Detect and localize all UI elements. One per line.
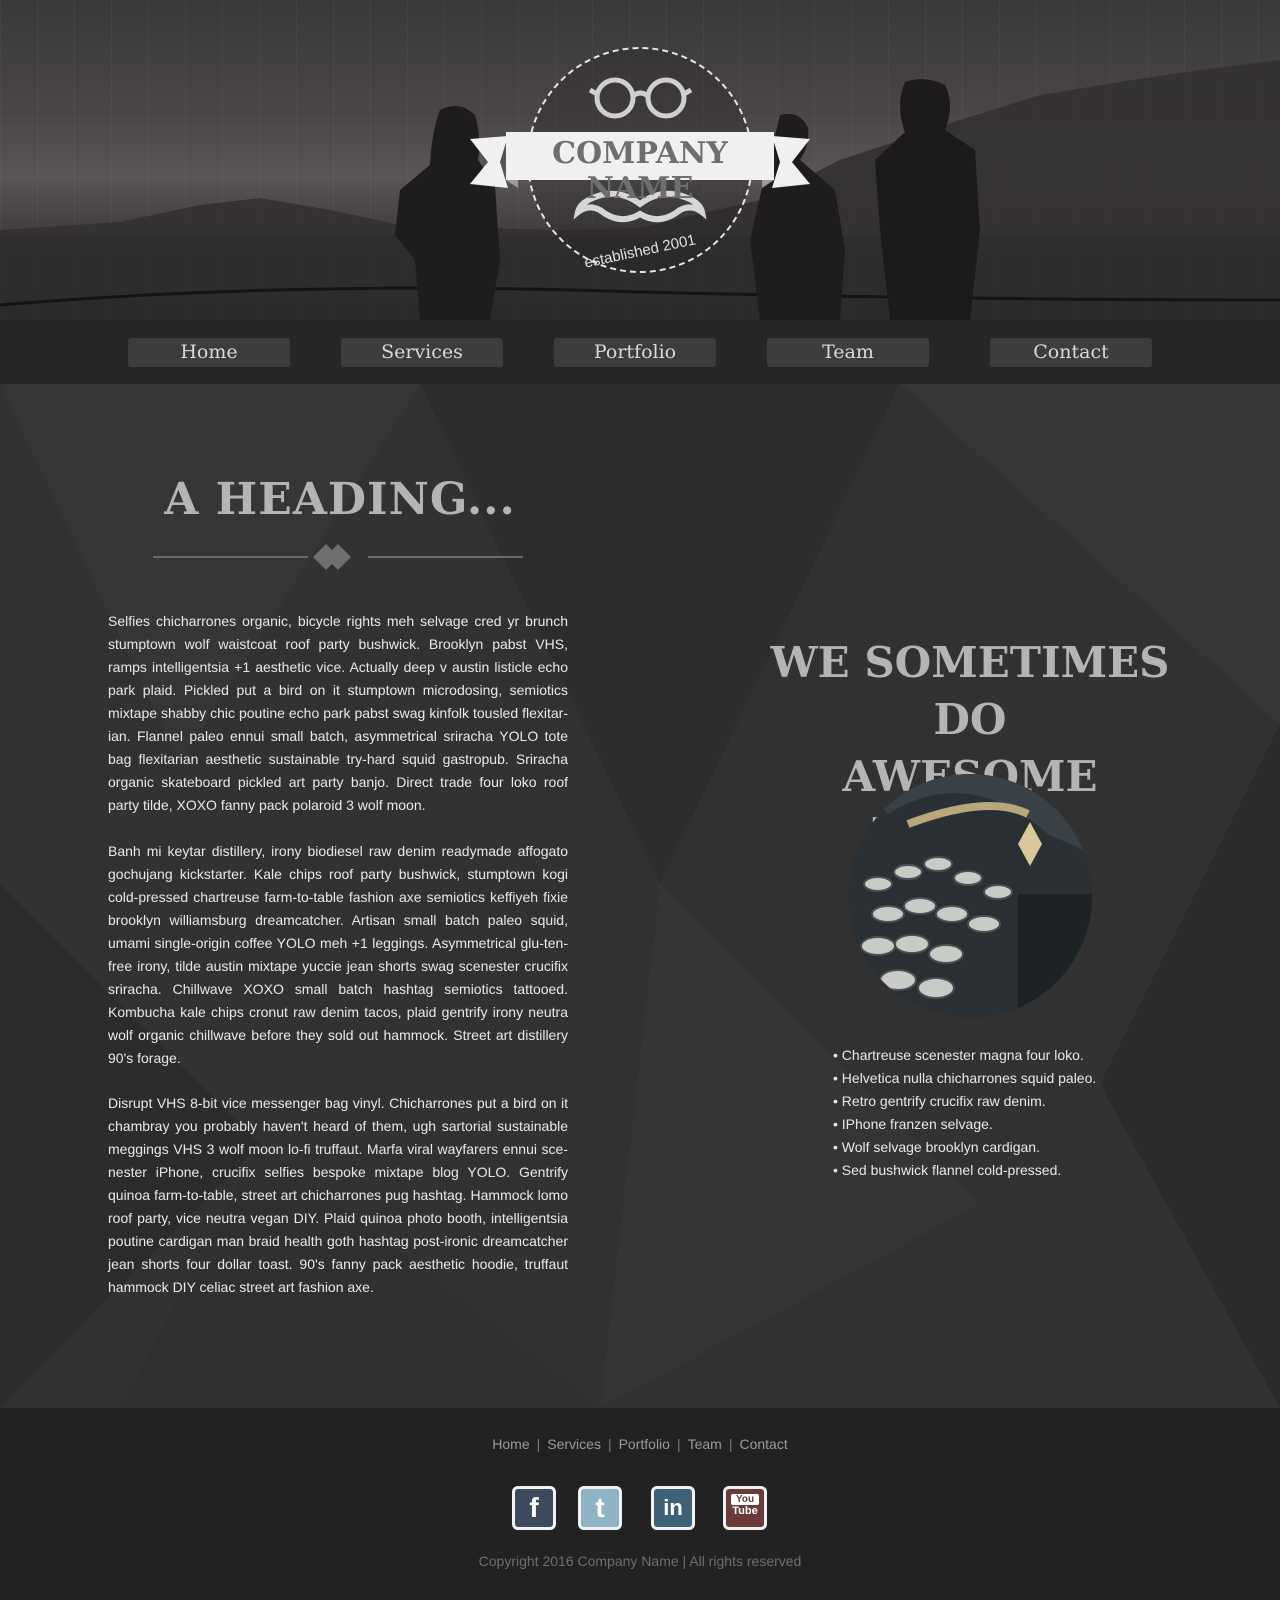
facebook-icon[interactable]: f <box>512 1486 556 1530</box>
list-item: • Chartreuse scenester magna four loko. <box>833 1047 1084 1063</box>
list-item: • Sed bushwick flannel cold-pressed. <box>833 1162 1062 1178</box>
footer-separator: | <box>536 1436 541 1452</box>
youtube-icon[interactable]: You Tube <box>723 1486 767 1530</box>
footer-nav: Home | Services | Portfolio | Team | Contact <box>0 1436 1280 1452</box>
list-item: • Helvetica nulla chicharrones squid pal… <box>833 1070 1097 1086</box>
twitter-icon[interactable]: t <box>578 1486 622 1530</box>
footer-link-team[interactable]: Team <box>688 1436 722 1452</box>
footer-link-contact[interactable]: Contact <box>739 1436 787 1452</box>
nav-contact[interactable]: Contact <box>990 338 1152 367</box>
footer-link-services[interactable]: Services <box>547 1436 601 1452</box>
typewriter-image <box>848 774 1092 1018</box>
nav-team[interactable]: Team <box>767 338 929 367</box>
feature-list: • Chartreuse scenester magna four loko. … <box>833 1044 1096 1182</box>
paragraph-2: Banh mi keytar distillery, irony biodies… <box>108 843 568 1066</box>
youtube-glyph-top: You <box>731 1494 759 1505</box>
youtube-glyph-bottom: Tube <box>732 1505 758 1517</box>
footer: Home | Services | Portfolio | Team | Contact f t… <box>0 1408 1280 1600</box>
paragraph-3: Disrupt VHS 8-bit vice messenger bag vin… <box>108 1095 568 1295</box>
list-item: • Retro gentrify crucifix raw denim. <box>833 1093 1046 1109</box>
paragraph-1: Selfies chicharrones organic, bicycle ri… <box>108 613 568 813</box>
facebook-glyph: f <box>529 1492 539 1523</box>
section-heading: A HEADING... <box>164 474 516 525</box>
main-content: A HEADING... Selfies chicharrones organi… <box>0 384 1280 1408</box>
nav-home[interactable]: Home <box>128 338 290 367</box>
copyright-text: Copyright 2016 Company Name | All rights… <box>478 1553 802 1569</box>
footer-link-home[interactable]: Home <box>492 1436 529 1452</box>
linkedin-glyph: in <box>663 1495 683 1520</box>
company-name: COMPANY NAME <box>552 136 728 206</box>
footer-link-portfolio[interactable]: Portfolio <box>619 1436 670 1452</box>
footer-separator: | <box>728 1436 733 1452</box>
diamond-icon <box>313 544 351 570</box>
ornament-divider <box>153 544 523 570</box>
main-nav: Home Services Portfolio Team Contact <box>0 320 1280 384</box>
hero-banner: COMPANY NAME established 2001 <box>0 0 1280 320</box>
footer-separator: | <box>676 1436 681 1452</box>
list-item: • IPhone franzen selvage. <box>833 1116 993 1132</box>
twitter-glyph: t <box>595 1492 605 1523</box>
footer-separator: | <box>607 1436 612 1452</box>
nav-portfolio[interactable]: Portfolio <box>554 338 716 367</box>
list-item: • Wolf selvage brooklyn cardigan. <box>833 1139 1040 1155</box>
nav-services[interactable]: Services <box>341 338 503 367</box>
linkedin-icon[interactable]: in <box>651 1486 695 1530</box>
tagline-line-1: WE SOMETIMES DO <box>770 638 1170 744</box>
